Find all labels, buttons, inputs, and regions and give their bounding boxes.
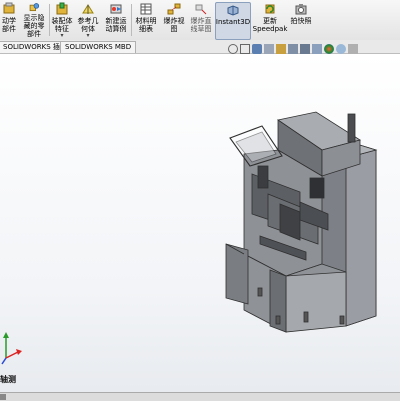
show-hidden-parts-icon [29, 3, 40, 12]
section-view-icon[interactable] [264, 44, 274, 54]
assembly-feature-icon [56, 2, 68, 15]
apply-scene-icon[interactable] [336, 44, 346, 54]
exploded-view-button[interactable]: 爆炸视 图 [161, 2, 187, 38]
motion-study-icon [110, 4, 122, 14]
zoom-to-fit-icon[interactable] [228, 44, 238, 54]
show-hidden-parts-label: 显示隐 藏的零 部件 [23, 14, 45, 38]
reference-geometry-icon [82, 4, 94, 14]
reference-geometry-label: 参考几 何体 [77, 17, 99, 33]
new-motion-study-button[interactable]: 新建运 动算例 [103, 2, 129, 38]
instant3d-icon [227, 5, 239, 16]
heads-up-view-toolbar [228, 44, 358, 56]
components-button-label: 动学 部件 [2, 17, 16, 33]
coordinate-triad [1, 332, 22, 365]
tab-solidworks-mbd[interactable]: SOLIDWORKS MBD [60, 41, 137, 53]
new-motion-study-label: 新建运 动算例 [105, 17, 127, 33]
assembly-feature-dropdown-icon[interactable]: ▾ [60, 32, 63, 40]
exploded-view-label: 爆炸视 图 [163, 17, 185, 33]
update-speedpak-button[interactable]: 更新 Speedpak [253, 2, 287, 38]
ribbon-separator [131, 4, 132, 36]
bill-of-materials-button[interactable]: 材料明 细表 [133, 2, 159, 38]
explode-line-sketch-icon [195, 4, 207, 15]
dynamic-annotation-icon[interactable] [276, 44, 286, 54]
command-manager-ribbon: 动学 部件 显示隐 藏的零 部件 装配体 特征 ▾ 参考几 何体 ▾ 新建运 动… [0, 0, 400, 41]
take-snapshot-label: 拍快照 [290, 17, 312, 25]
bom-icon [140, 3, 152, 15]
instant3d-label: Instant3D [215, 18, 251, 26]
assembly-feature-button[interactable]: 装配体 特征 ▾ [50, 2, 74, 40]
display-style-icon[interactable] [300, 44, 310, 54]
view-settings-icon[interactable] [348, 44, 358, 54]
zoom-to-area-icon[interactable] [240, 44, 250, 54]
assembly-model[interactable] [0, 54, 400, 392]
reference-geometry-dropdown-icon[interactable]: ▾ [86, 32, 89, 40]
speedpak-icon [265, 4, 275, 14]
snapshot-icon [295, 4, 307, 15]
explode-line-sketch-label: 爆炸直 线草图 [190, 17, 212, 33]
previous-view-icon[interactable] [252, 44, 262, 54]
component-icon [3, 2, 15, 14]
view-orientation-label: 轴测 [0, 375, 16, 384]
edit-appearance-icon[interactable] [324, 44, 334, 54]
update-speedpak-label: 更新 Speedpak [252, 17, 288, 33]
assembly-feature-label: 装配体 特征 [51, 17, 73, 33]
bill-of-materials-label: 材料明 细表 [135, 17, 157, 33]
take-snapshot-button[interactable]: 拍快照 [289, 2, 313, 38]
exploded-view-icon [167, 3, 181, 15]
hide-show-items-icon[interactable] [312, 44, 322, 54]
view-orientation-icon[interactable] [288, 44, 298, 54]
reference-geometry-button[interactable]: 参考几 何体 ▾ [76, 2, 100, 40]
graphics-area[interactable]: 轴测 [0, 54, 400, 392]
instant3d-button[interactable]: Instant3D [215, 2, 251, 40]
components-button[interactable]: 动学 部件 [0, 2, 18, 38]
explode-line-sketch-button[interactable]: 爆炸直 线草图 [188, 2, 214, 38]
show-hidden-parts-button[interactable]: 显示隐 藏的零 部件 [21, 2, 47, 38]
scroll-handle[interactable] [0, 394, 6, 400]
